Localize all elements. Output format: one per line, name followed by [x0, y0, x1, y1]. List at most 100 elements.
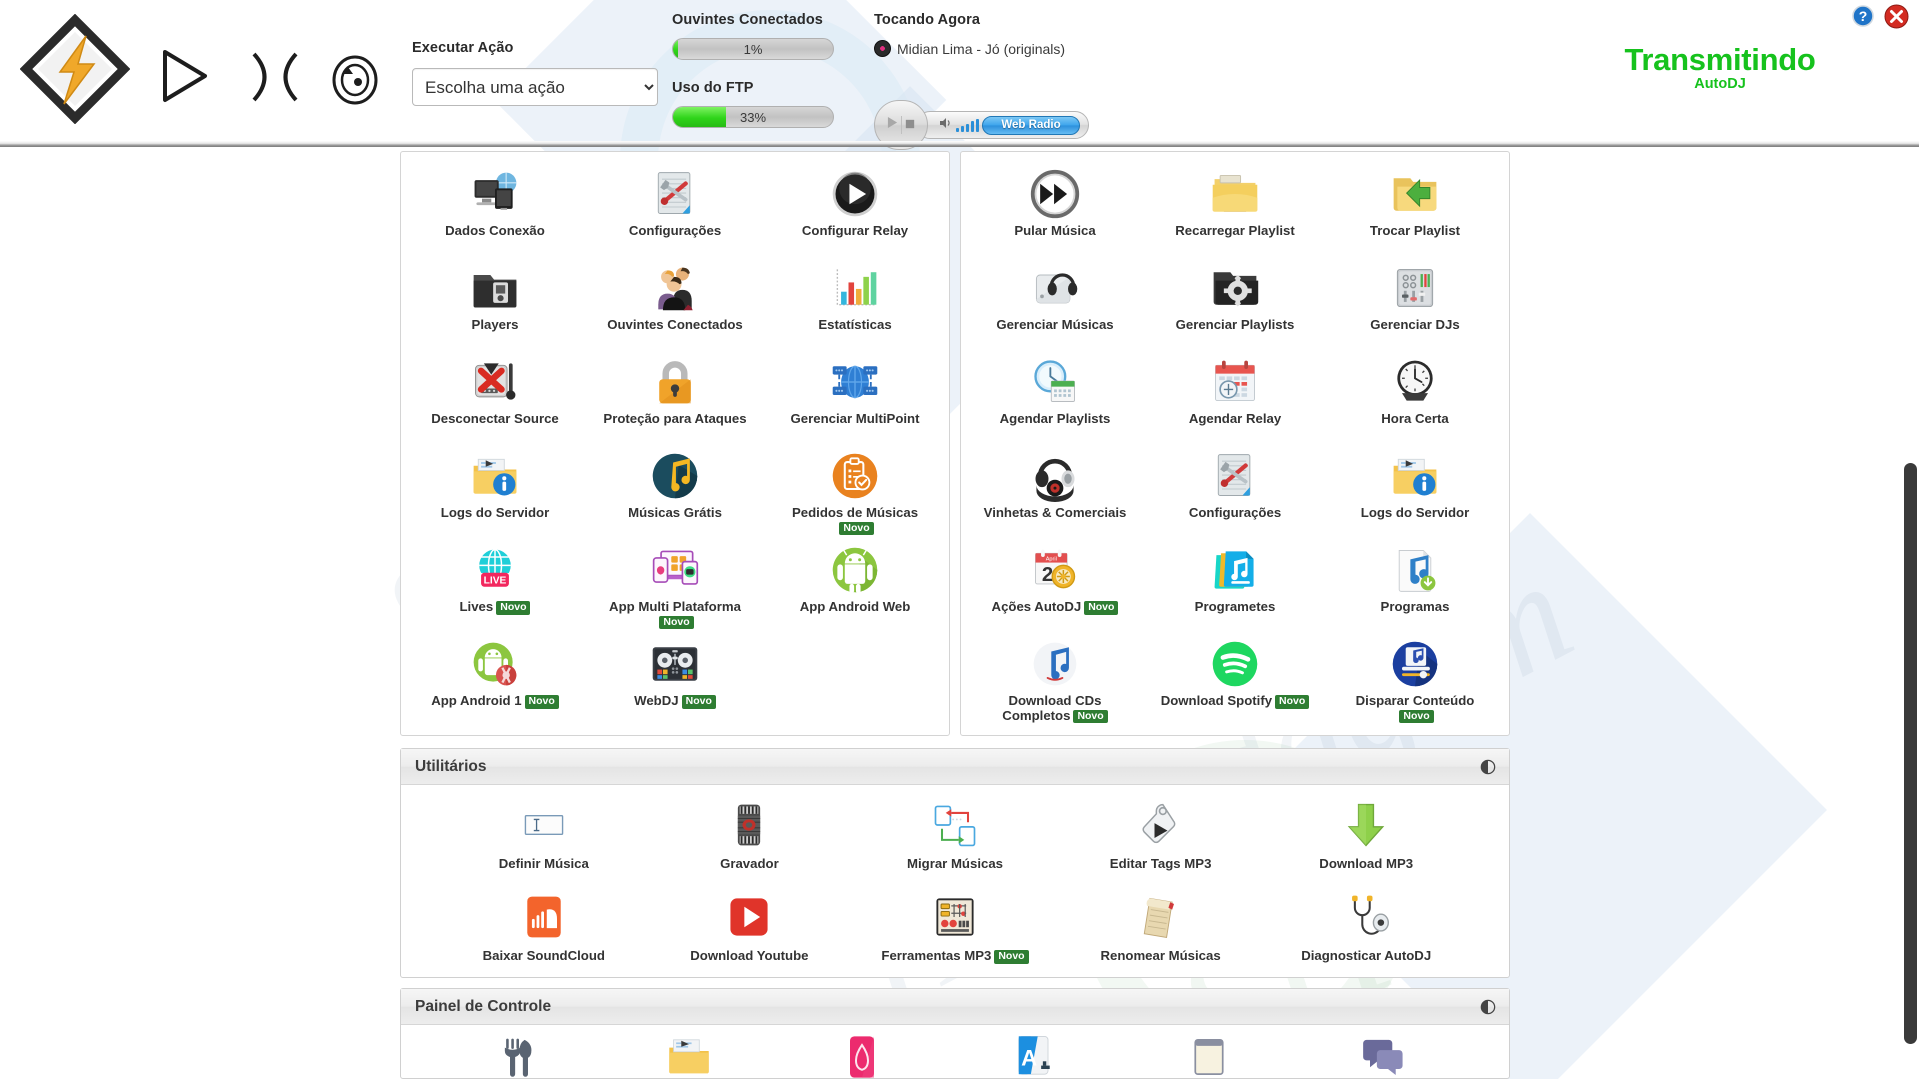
- right-item-configura-es[interactable]: Configurações: [1145, 442, 1325, 536]
- left-item-app-android-web[interactable]: App Android Web: [765, 536, 945, 630]
- youtube-icon: [721, 889, 777, 945]
- right-item-agendar-relay[interactable]: Agendar Relay: [1145, 348, 1325, 442]
- control-item-0[interactable]: [429, 1033, 602, 1081]
- novo-badge: Novo: [839, 522, 873, 536]
- status-sub-text: AutoDJ: [1560, 76, 1880, 92]
- left-item-players[interactable]: Players: [405, 254, 585, 348]
- left-item-webdj[interactable]: WebDJNovo: [585, 630, 765, 724]
- vertical-scroll-thumb[interactable]: [1904, 463, 1917, 1044]
- music-file-download-icon: [1387, 542, 1443, 598]
- item-label: Agendar Playlists: [1000, 412, 1111, 427]
- item-label: LivesNovo: [460, 600, 531, 615]
- left-item-lives[interactable]: LIVELivesNovo: [405, 536, 585, 630]
- vinyl-record-icon: [874, 40, 891, 57]
- left-item-dados-conex-o[interactable]: Dados Conexão: [405, 160, 585, 254]
- item-label: Download CDs CompletosNovo: [980, 694, 1130, 724]
- util-item-diagnosticar-autodj[interactable]: Diagnosticar AutoDJ: [1263, 885, 1469, 977]
- left-item-configurar-relay[interactable]: Configurar Relay: [765, 160, 945, 254]
- right-item-download-cds-completos[interactable]: Download CDs CompletosNovo: [965, 630, 1145, 724]
- play-icon[interactable]: [155, 48, 211, 104]
- left-item-gerenciar-multipoint[interactable]: Gerenciar MultiPoint: [765, 348, 945, 442]
- left-item-logs-do-servidor[interactable]: Logs do Servidor: [405, 442, 585, 536]
- right-item-programas[interactable]: Programas: [1325, 536, 1505, 630]
- util-item-definir-m-sica[interactable]: Definir Música: [441, 793, 647, 885]
- right-item-vinhetas-comerciais[interactable]: Vinhetas & Comerciais: [965, 442, 1145, 536]
- volume-icon[interactable]: [939, 116, 953, 134]
- android-alert-icon: [467, 636, 523, 692]
- player-station-name: Web Radio: [982, 116, 1080, 135]
- left-item-estat-sticas[interactable]: Estatísticas: [765, 254, 945, 348]
- right-item-logs-do-servidor[interactable]: Logs do Servidor: [1325, 442, 1505, 536]
- left-item-desconectar-source[interactable]: Desconectar Source: [405, 348, 585, 442]
- control-item-2[interactable]: [776, 1033, 949, 1081]
- util-item-baixar-soundcloud[interactable]: Baixar SoundCloud: [441, 885, 647, 977]
- winamp-lightning-logo[interactable]: [20, 14, 130, 124]
- util-item-download-mp3[interactable]: Download MP3: [1263, 793, 1469, 885]
- equalizer-bars-icon: [956, 118, 979, 132]
- notepad-icon: [1185, 1033, 1233, 1081]
- left-item-configura-es[interactable]: Configurações: [585, 160, 765, 254]
- clock-calendar-icon: [1027, 354, 1083, 410]
- left-item-prote-o-para-ataques[interactable]: Proteção para Ataques: [585, 348, 765, 442]
- util-item-editar-tags-mp3[interactable]: Editar Tags MP3: [1058, 793, 1264, 885]
- novo-badge: Novo: [1073, 710, 1107, 724]
- pink-app-icon: [838, 1033, 886, 1081]
- right-item-gerenciar-djs[interactable]: Gerenciar DJs: [1325, 254, 1505, 348]
- right-item-programetes[interactable]: Programetes: [1145, 536, 1325, 630]
- right-item-gerenciar-playlists[interactable]: Gerenciar Playlists: [1145, 254, 1325, 348]
- item-label: Diagnosticar AutoDJ: [1301, 948, 1431, 963]
- control-panel-title: Painel de Controle: [415, 998, 551, 1016]
- soundcloud-icon: [516, 889, 572, 945]
- item-label: Dados Conexão: [445, 224, 545, 239]
- util-item-download-youtube[interactable]: Download Youtube: [647, 885, 853, 977]
- folder-arrow-icon: [1387, 166, 1443, 222]
- dj-controller-icon: [647, 636, 703, 692]
- player-stop-button[interactable]: [905, 116, 915, 134]
- close-x-icon[interactable]: [1884, 4, 1909, 29]
- util-item-renomear-m-sicas[interactable]: Renomear Músicas: [1058, 885, 1264, 977]
- action-select[interactable]: Escolha uma ação: [412, 68, 658, 106]
- item-label: Download MP3: [1319, 856, 1413, 871]
- util-item-ferramentas-mp3[interactable]: Ferramentas MP3Novo: [852, 885, 1058, 977]
- right-item-agendar-playlists[interactable]: Agendar Playlists: [965, 348, 1145, 442]
- help-question-icon[interactable]: ?: [1852, 5, 1874, 27]
- right-item-pular-m-sica[interactable]: Pular Música: [965, 160, 1145, 254]
- left-item-app-multi-plataforma[interactable]: App Multi PlataformaNovo: [585, 536, 765, 630]
- disconnect-x-icon[interactable]: [248, 50, 302, 104]
- multi-device-icon: [647, 542, 703, 598]
- item-label: Ferramentas MP3Novo: [881, 948, 1028, 964]
- left-item-pedidos-de-m-sicas[interactable]: Pedidos de MúsicasNovo: [765, 442, 945, 536]
- execute-action-label: Executar Ação: [412, 40, 514, 56]
- control-panel-header: Painel de Controle: [401, 989, 1509, 1025]
- right-item-recarregar-playlist[interactable]: Recarregar Playlist: [1145, 160, 1325, 254]
- vertical-scrollbar[interactable]: [1902, 147, 1919, 1079]
- left-item-app-android-1[interactable]: App Android 1Novo: [405, 630, 585, 724]
- left-item-m-sicas-gr-tis[interactable]: Músicas Grátis: [585, 442, 765, 536]
- util-item-migrar-m-sicas[interactable]: Migrar Músicas: [852, 793, 1058, 885]
- util-item-gravador[interactable]: Gravador: [647, 793, 853, 885]
- eye-toggle-icon[interactable]: [1479, 758, 1497, 776]
- novo-badge: Novo: [1275, 695, 1309, 709]
- left-feature-card: Dados Conexão Configurações Configurar Rel…: [400, 151, 950, 736]
- item-label: Configurar Relay: [802, 224, 908, 239]
- control-item-1[interactable]: [602, 1033, 775, 1081]
- android-icon: [827, 542, 883, 598]
- right-item-download-spotify[interactable]: Download SpotifyNovo: [1145, 630, 1325, 724]
- control-item-4[interactable]: [1122, 1033, 1295, 1081]
- item-label: Agendar Relay: [1189, 412, 1281, 427]
- control-item-5[interactable]: [1296, 1033, 1469, 1081]
- bar-chart-icon: [827, 260, 883, 316]
- item-label: Pedidos de MúsicasNovo: [780, 506, 930, 536]
- left-item-ouvintes-conectados[interactable]: Ouvintes Conectados: [585, 254, 765, 348]
- right-item-trocar-playlist[interactable]: Trocar Playlist: [1325, 160, 1505, 254]
- eye-toggle-icon[interactable]: [1479, 998, 1497, 1016]
- right-item-a-es-autodj[interactable]: April2Ações AutoDJNovo: [965, 536, 1145, 630]
- item-label: Programas: [1381, 600, 1450, 615]
- record-icon[interactable]: [330, 55, 380, 105]
- right-item-hora-certa[interactable]: Hora Certa: [1325, 348, 1505, 442]
- right-item-disparar-conte-do[interactable]: Disparar ConteúdoNovo: [1325, 630, 1505, 724]
- right-item-gerenciar-m-sicas[interactable]: Gerenciar Músicas: [965, 254, 1145, 348]
- item-label: Ouvintes Conectados: [607, 318, 743, 333]
- control-item-3[interactable]: A: [949, 1033, 1122, 1081]
- player-play-button[interactable]: [887, 116, 898, 134]
